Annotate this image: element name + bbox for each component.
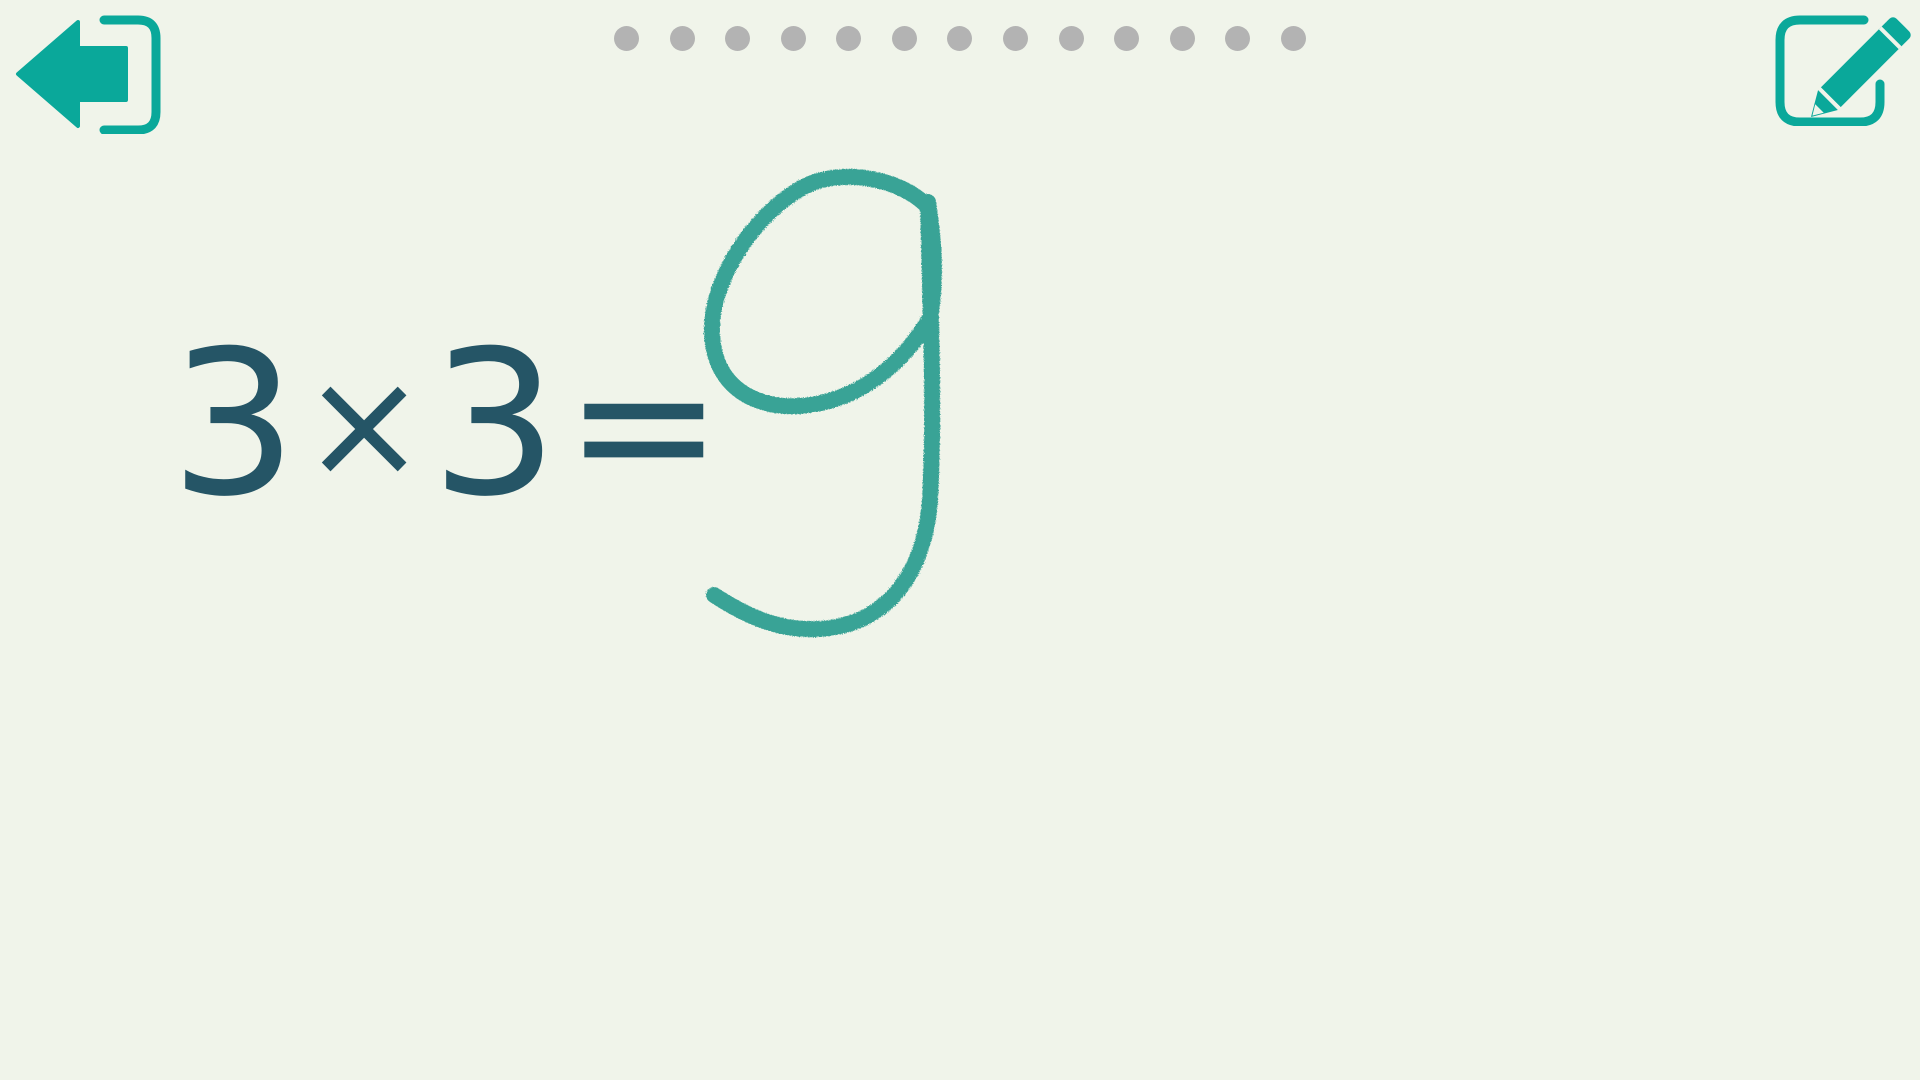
- operator-multiply: ×: [301, 338, 427, 512]
- progress-dot[interactable]: [614, 25, 639, 51]
- progress-dot[interactable]: [836, 25, 862, 51]
- progress-dot[interactable]: [725, 25, 751, 51]
- progress-dot[interactable]: [891, 25, 917, 51]
- progress-dot[interactable]: [1169, 25, 1195, 51]
- equation: 3 × 3 =: [170, 325, 723, 525]
- progress-dot[interactable]: [1003, 25, 1029, 51]
- answer-drawing-area[interactable]: [680, 150, 980, 650]
- edit-button[interactable]: [1772, 14, 1920, 127]
- progress-dot[interactable]: [1058, 25, 1084, 51]
- progress-dot[interactable]: [669, 25, 695, 51]
- progress-dot[interactable]: [1280, 25, 1306, 51]
- operand-a: 3: [170, 308, 297, 541]
- progress-dot[interactable]: [947, 25, 973, 51]
- handwritten-answer-9: [703, 169, 942, 638]
- progress-dot[interactable]: [780, 25, 806, 51]
- progress-dots: [614, 25, 1306, 51]
- exit-arrow-icon: [16, 15, 161, 135]
- progress-dot[interactable]: [1114, 25, 1140, 51]
- operand-b: 3: [430, 308, 558, 541]
- exit-button[interactable]: [14, 14, 164, 135]
- progress-dot[interactable]: [1225, 25, 1251, 51]
- practice-screen: 3 × 3 =: [0, 0, 1920, 1080]
- pencil-edit-icon: [1775, 15, 1911, 127]
